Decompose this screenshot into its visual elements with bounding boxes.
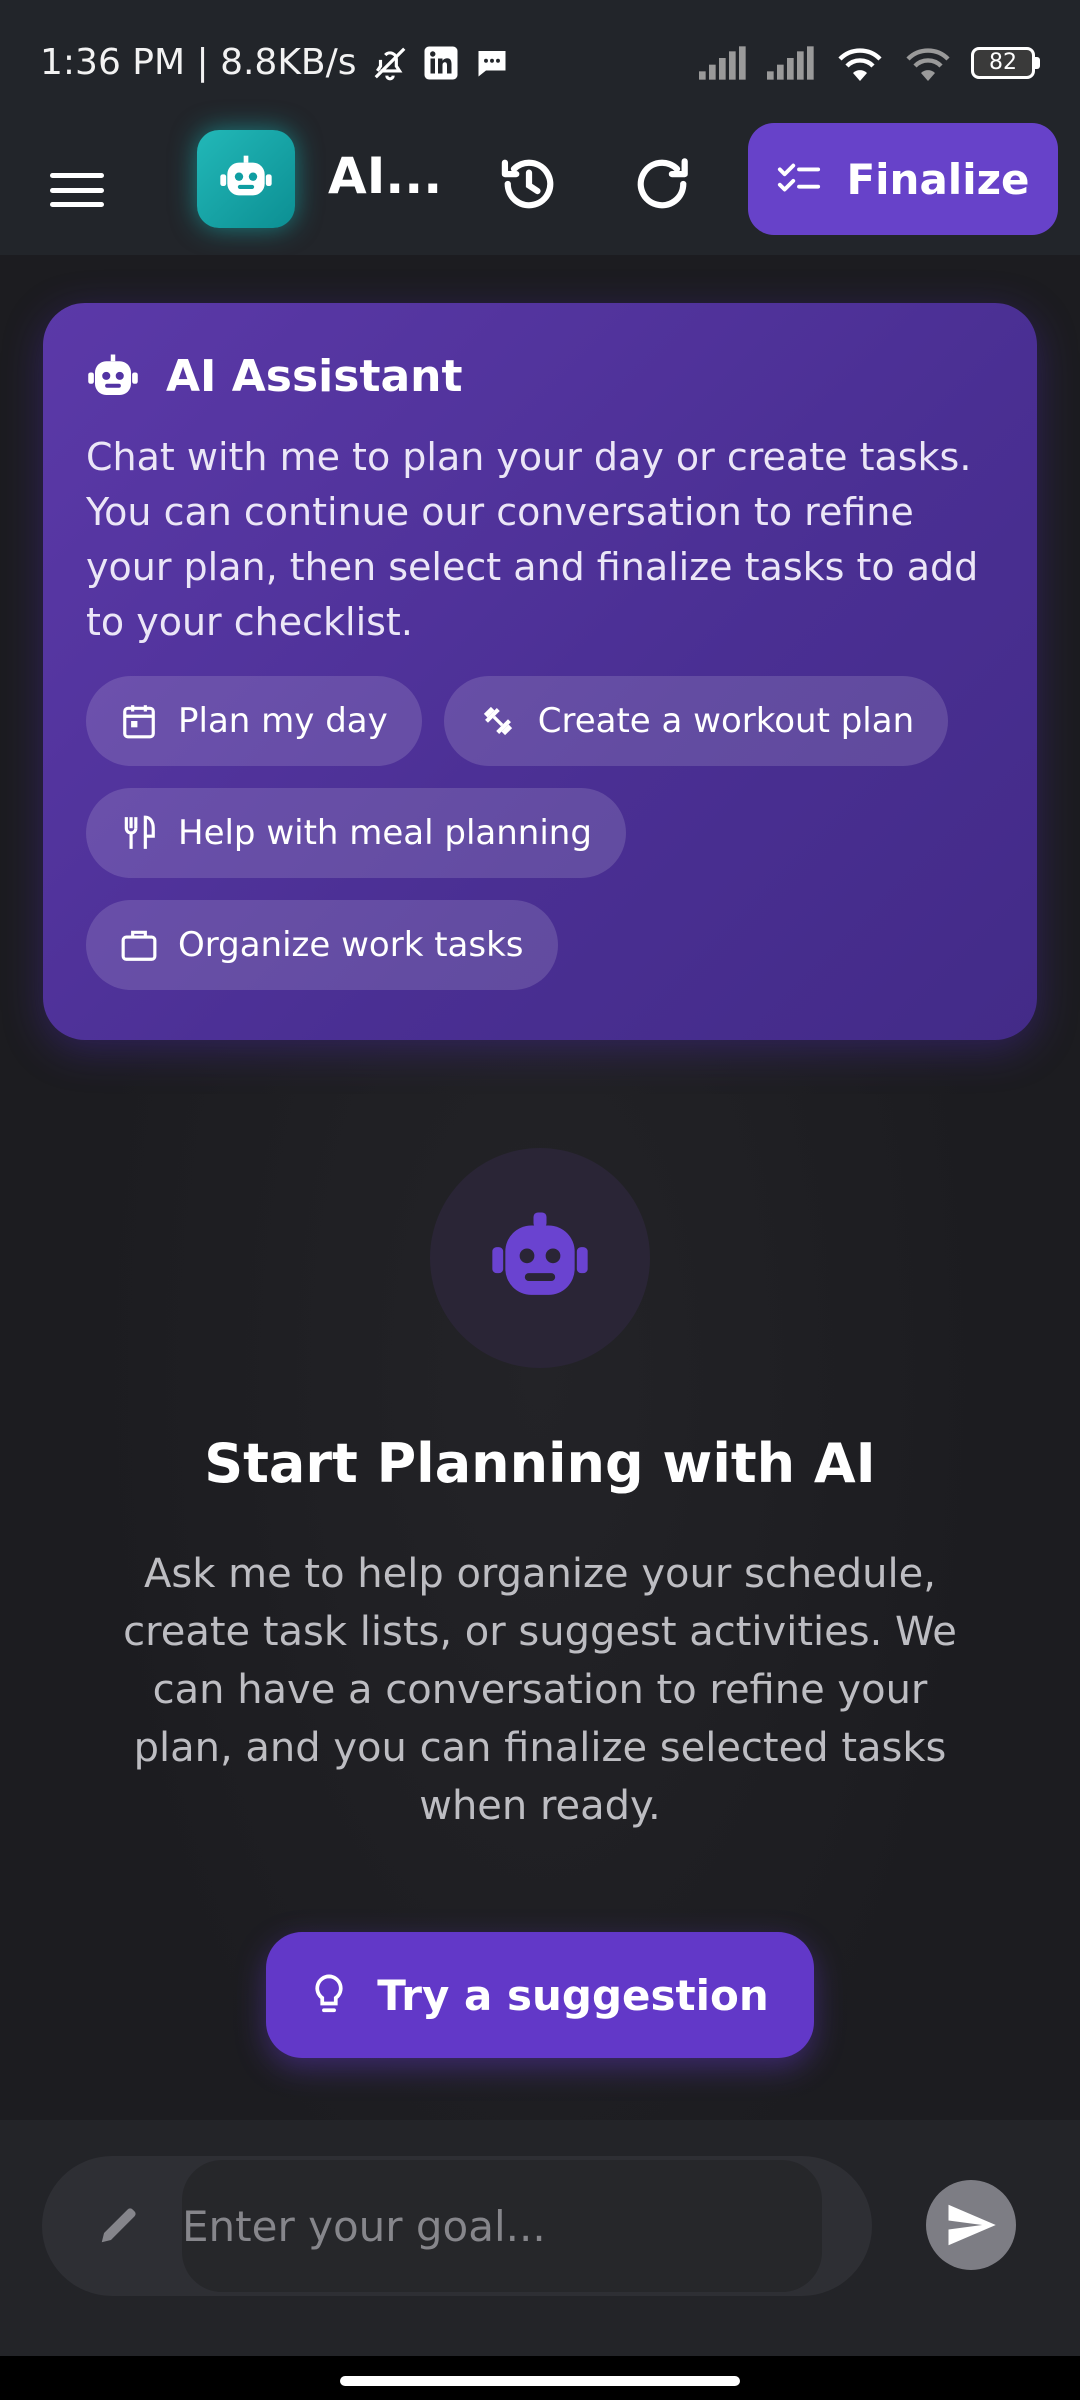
chip-label: Plan my day	[178, 701, 388, 741]
status-bar: 1:36 PM | 8.8KB/s 82	[0, 0, 1080, 125]
battery-icon: 82	[971, 46, 1040, 79]
try-suggestion-label: Try a suggestion	[377, 1970, 769, 2020]
empty-state-avatar	[430, 1148, 650, 1368]
home-indicator[interactable]	[340, 2376, 740, 2386]
composer	[0, 2120, 1080, 2356]
message-icon	[478, 50, 506, 76]
status-left: 1:36 PM | 8.8KB/s	[40, 42, 511, 83]
lightbulb-icon	[315, 1974, 343, 2013]
app-logo	[197, 130, 295, 228]
robot-icon	[492, 1212, 588, 1295]
menu-button[interactable]	[40, 161, 114, 219]
robot-icon	[220, 155, 272, 196]
signal-icon	[699, 45, 746, 80]
utensils-icon	[124, 815, 155, 849]
chip-meal-planning[interactable]: Help with meal planning	[86, 788, 626, 878]
chip-label: Organize work tasks	[178, 925, 524, 965]
app-title: AI...	[328, 147, 443, 205]
bell-off-icon	[374, 47, 405, 80]
pencil-icon	[101, 2208, 136, 2243]
card-description: Chat with me to plan your day or create …	[86, 435, 979, 644]
card-title: AI Assistant	[166, 351, 463, 402]
suggestion-chips: Plan my day Create a workout plan Help w…	[86, 676, 1006, 990]
goal-input[interactable]	[182, 2160, 822, 2292]
briefcase-icon	[121, 930, 157, 961]
history-icon[interactable]	[495, 150, 563, 218]
battery-level: 82	[989, 50, 1017, 75]
app-bar: AI... Finalize	[0, 123, 1080, 255]
robot-icon	[88, 354, 138, 395]
chip-plan-my-day[interactable]: Plan my day	[86, 676, 422, 766]
empty-state-description: Ask me to help organize your schedule, c…	[123, 1551, 957, 1829]
signal-icon	[767, 45, 814, 80]
wifi-icon	[838, 47, 882, 81]
checklist-icon	[778, 163, 821, 192]
chip-label: Create a workout plan	[537, 701, 915, 741]
try-suggestion-button[interactable]: Try a suggestion	[266, 1932, 814, 2058]
empty-state-title: Start Planning with AI	[204, 1432, 876, 1495]
send-icon	[948, 2204, 996, 2246]
chip-organize-work-tasks[interactable]: Organize work tasks	[86, 900, 558, 990]
finalize-button[interactable]: Finalize	[748, 123, 1058, 235]
refresh-icon[interactable]	[628, 150, 696, 218]
calendar-icon	[123, 705, 155, 739]
chip-label: Help with meal planning	[178, 813, 592, 853]
card-header: AI Assistant	[86, 351, 994, 402]
status-time-speed: 1:36 PM | 8.8KB/s	[40, 42, 357, 83]
dumbbell-icon	[483, 706, 512, 736]
finalize-label: Finalize	[846, 154, 1030, 204]
wifi-icon	[906, 47, 950, 81]
system-nav-bar	[0, 2356, 1080, 2400]
assistant-card: AI Assistant Chat with me to plan your d…	[43, 303, 1037, 1040]
linkedin-icon	[424, 46, 458, 79]
chip-create-workout-plan[interactable]: Create a workout plan	[443, 676, 949, 766]
status-right: 82	[699, 43, 1040, 83]
send-button[interactable]	[926, 2180, 1016, 2270]
composer-pill	[42, 2156, 872, 2296]
